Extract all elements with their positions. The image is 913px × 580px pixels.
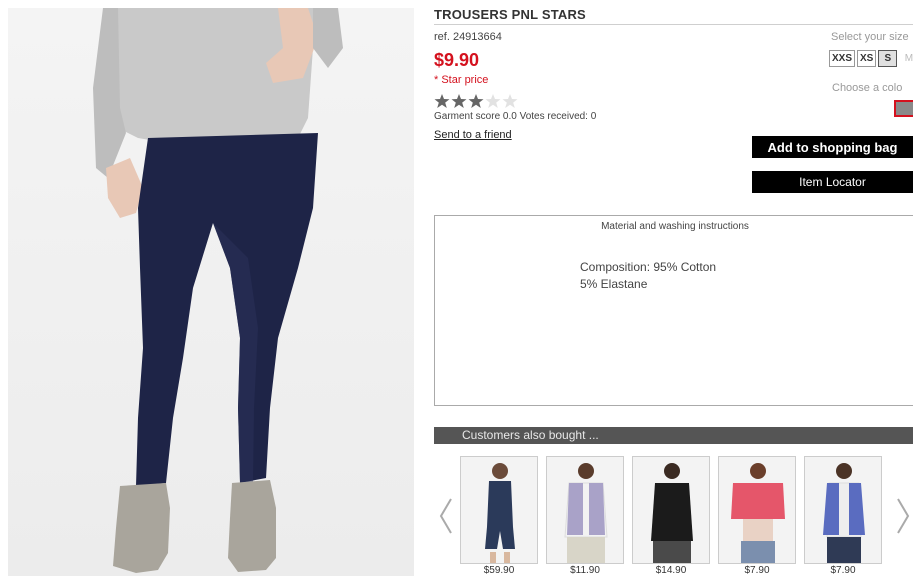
material-panel: Material and washing instructions Compos… (434, 215, 913, 406)
star-filled-icon[interactable] (451, 93, 467, 109)
also-bought-header: Customers also bought ... (434, 427, 913, 444)
product-title: TROUSERS PNL STARS (434, 7, 586, 22)
chevron-left-icon[interactable] (438, 496, 454, 536)
product-photo (8, 8, 414, 576)
add-to-bag-button[interactable]: Add to shopping bag (752, 136, 913, 158)
coral-cropped-jacket-photo-icon (719, 457, 795, 563)
composition-line-1: Composition: 95% Cotton (580, 260, 717, 274)
also-bought-price-3: $14.90 (655, 565, 687, 576)
composition-line-2: 5% Elastane (580, 277, 648, 291)
star-price-note: * Star price (434, 74, 489, 86)
material-title: Material and washing instructions (601, 221, 749, 232)
lilac-vest-photo-icon (547, 457, 623, 563)
color-swatch[interactable] (894, 100, 913, 117)
size-label: Select your size (831, 31, 909, 43)
denim-romper-photo-icon (461, 457, 537, 563)
title-divider (434, 24, 913, 25)
size-option-xs[interactable]: XS (857, 50, 877, 67)
also-bought-item-5[interactable] (804, 456, 882, 564)
color-label: Choose a colo (832, 82, 903, 94)
size-option-m[interactable]: M (899, 50, 913, 67)
also-bought-item-1[interactable] (460, 456, 538, 564)
composition-text: Composition: 95% Cotton 5% Elastane (580, 259, 716, 293)
also-bought-item-2[interactable] (546, 456, 624, 564)
star-filled-icon[interactable] (468, 93, 484, 109)
product-ref: ref. 24913664 (434, 31, 502, 43)
also-bought-item-3[interactable] (632, 456, 710, 564)
product-price: $9.90 (434, 50, 480, 70)
chevron-right-icon[interactable] (895, 496, 911, 536)
also-bought-price-2: $11.90 (570, 565, 600, 576)
send-to-friend-link[interactable]: Send to a friend (434, 129, 512, 141)
garment-score: Garment score 0.0 Votes received: 0 (434, 111, 597, 122)
also-bought-price-4: $7.90 (744, 565, 770, 576)
also-bought-title: Customers also bought ... (462, 428, 599, 442)
star-filled-icon[interactable] (434, 93, 450, 109)
size-option-s[interactable]: S (878, 50, 898, 67)
star-empty-icon[interactable] (485, 93, 501, 109)
star-empty-icon[interactable] (502, 93, 518, 109)
also-bought-price-5: $7.90 (830, 565, 856, 576)
item-locator-button[interactable]: Item Locator (752, 171, 913, 193)
size-selector: XXS XS S M (829, 50, 913, 67)
also-bought-item-4[interactable] (718, 456, 796, 564)
rating-stars[interactable] (434, 93, 518, 109)
also-bought-price-1: $59.90 (483, 565, 515, 576)
black-fringe-vest-photo-icon (633, 457, 709, 563)
size-option-xxs[interactable]: XXS (829, 50, 856, 67)
blue-vest-photo-icon (805, 457, 881, 563)
